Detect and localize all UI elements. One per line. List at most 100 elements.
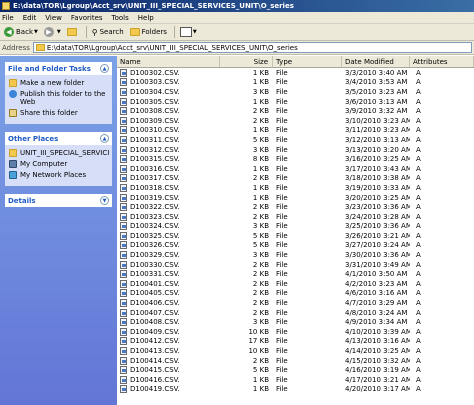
file-row[interactable]: D100302.CSV. 1 KB File 3/3/2010 3:40 AM A [117, 68, 474, 78]
file-size: 2 KB [252, 174, 269, 183]
file-row[interactable]: D100323.CSV. 2 KB File 3/24/2010 3:28 AM A [117, 212, 474, 222]
file-row[interactable]: D100401.CSV. 2 KB File 4/2/2010 3:23 AM A [117, 279, 474, 289]
file-row[interactable]: D100324.CSV. 3 KB File 3/25/2010 3:36 AM A [117, 222, 474, 232]
column-attributes[interactable]: Attributes [410, 56, 474, 67]
file-row[interactable]: D100405.CSV. 2 KB File 4/6/2010 3:16 AM A [117, 289, 474, 299]
file-row[interactable]: D100409.CSV. 10 KB File 4/10/2010 3:39 AM A [117, 327, 474, 337]
file-row[interactable]: D100319.CSV. 1 KB File 3/20/2010 3:25 AM A [117, 193, 474, 203]
file-date: 4/13/2010 3:16 AM [345, 337, 410, 346]
menu-help[interactable]: Help [138, 14, 154, 22]
up-button[interactable] [65, 26, 81, 39]
csv-file-icon [120, 155, 127, 164]
file-row[interactable]: D100312.CSV. 3 KB File 3/13/2010 3:20 AM A [117, 145, 474, 155]
collapse-icon[interactable]: ▲ [100, 64, 109, 73]
file-name-cell: D100329.CSV. [117, 251, 220, 260]
file-row[interactable]: D100308.CSV. 2 KB File 3/9/2010 3:32 AM A [117, 106, 474, 116]
file-name-cell: D100406.CSV. [117, 299, 220, 308]
place-my-computer[interactable]: My Computer [9, 160, 109, 168]
collapse-icon[interactable]: ▲ [100, 134, 109, 143]
folder-up-icon [66, 28, 77, 36]
place-network[interactable]: My Network Places [9, 171, 109, 179]
task-share-folder[interactable]: Share this folder [9, 109, 109, 117]
file-row[interactable]: D100317.CSV. 2 KB File 3/18/2010 3:38 AM A [117, 174, 474, 184]
file-date: 3/12/2010 3:13 AM [345, 135, 410, 144]
file-folder-tasks-header[interactable]: File and Folder Tasks ▲ [5, 62, 112, 75]
file-row[interactable]: D100315.CSV. 8 KB File 3/16/2010 3:25 AM A [117, 154, 474, 164]
file-name-cell: D100305.CSV. [117, 97, 220, 106]
file-row[interactable]: D100305.CSV. 1 KB File 3/6/2010 3:13 AM A [117, 97, 474, 107]
menu-edit[interactable]: Edit [23, 14, 37, 22]
csv-file-icon [120, 212, 127, 221]
file-name: D100304.CSV. [130, 87, 180, 96]
file-name: D100407.CSV. [130, 308, 180, 317]
csv-file-icon [120, 193, 127, 202]
details-header[interactable]: Details ▼ [5, 194, 112, 207]
csv-file-icon [120, 260, 127, 269]
other-places-header[interactable]: Other Places ▲ [5, 132, 112, 145]
file-row[interactable]: D100316.CSV. 1 KB File 3/17/2010 3:43 AM A [117, 164, 474, 174]
task-publish-web[interactable]: Publish this folder to the Web [9, 90, 109, 106]
file-row[interactable]: D100309.CSV. 2 KB File 3/10/2010 3:23 AM A [117, 116, 474, 126]
file-row[interactable]: D100415.CSV. 5 KB File 4/16/2010 3:19 AM A [117, 365, 474, 375]
file-name: D100412.CSV. [130, 337, 180, 346]
file-row[interactable]: D100413.CSV. 10 KB File 4/14/2010 3:25 AM A [117, 346, 474, 356]
address-label: Address [2, 43, 30, 52]
place-parent-folder[interactable]: UNIT_III_SPECIAL_SERVICI [9, 149, 109, 157]
file-attributes: A [416, 97, 421, 106]
file-type: File [276, 299, 288, 308]
file-row[interactable]: D100322.CSV. 2 KB File 3/23/2010 3:36 AM A [117, 202, 474, 212]
file-row[interactable]: D100408.CSV. 3 KB File 4/9/2010 3:34 AM A [117, 317, 474, 327]
expand-icon[interactable]: ▼ [100, 196, 109, 205]
file-date: 3/4/2010 3:53 AM [345, 78, 408, 87]
address-input[interactable]: E:\data\TOR\Lgroup\Acct_srv\UNIT_III_SPE… [32, 42, 472, 53]
menu-favorites[interactable]: Favorites [71, 14, 103, 22]
file-row[interactable]: D100330.CSV. 2 KB File 3/31/2010 3:49 AM A [117, 260, 474, 270]
csv-file-icon [120, 68, 127, 77]
menu-view[interactable]: View [45, 14, 62, 22]
file-row[interactable]: D100329.CSV. 3 KB File 3/30/2010 3:36 AM A [117, 250, 474, 260]
column-date-modified[interactable]: Date Modified [342, 56, 410, 67]
views-button[interactable]: ▼ [178, 26, 199, 39]
file-name: D100409.CSV. [130, 327, 180, 336]
file-row[interactable]: D100406.CSV. 2 KB File 4/7/2010 3:29 AM A [117, 298, 474, 308]
folders-button[interactable]: Folders [128, 26, 169, 39]
file-name: D100325.CSV. [130, 231, 180, 240]
file-size: 5 KB [252, 231, 269, 240]
file-row[interactable]: D100318.CSV. 1 KB File 3/19/2010 3:33 AM A [117, 183, 474, 193]
file-row[interactable]: D100311.CSV. 5 KB File 3/12/2010 3:13 AM A [117, 135, 474, 145]
column-type[interactable]: Type [273, 56, 342, 67]
file-row[interactable]: D100416.CSV. 1 KB File 4/17/2010 3:21 AM A [117, 375, 474, 385]
menu-file[interactable]: File [2, 14, 14, 22]
search-button[interactable]: ⚲ Search [90, 26, 126, 39]
file-attributes: A [416, 145, 421, 154]
file-row[interactable]: D100419.CSV. 1 KB File 4/20/2010 3:17 AM A [117, 385, 474, 395]
toolbar-separator [173, 26, 175, 38]
file-name: D100317.CSV. [130, 174, 180, 183]
file-row[interactable]: D100326.CSV. 5 KB File 3/27/2010 3:24 AM A [117, 241, 474, 251]
forward-button[interactable]: ▶ ▼ [42, 26, 63, 39]
file-size: 2 KB [252, 289, 269, 298]
back-button[interactable]: ◀ Back ▼ [2, 26, 40, 39]
file-type: File [276, 155, 288, 164]
file-name: D100302.CSV. [130, 68, 180, 77]
file-row[interactable]: D100407.CSV. 2 KB File 4/8/2010 3:24 AM A [117, 308, 474, 318]
task-make-folder[interactable]: Make a new folder [9, 79, 109, 87]
file-row[interactable]: D100412.CSV. 17 KB File 4/13/2010 3:16 AM A [117, 337, 474, 347]
file-row[interactable]: D100303.CSV. 1 KB File 3/4/2010 3:53 AM A [117, 78, 474, 88]
file-row[interactable]: D100325.CSV. 5 KB File 3/26/2010 3:21 AM A [117, 231, 474, 241]
file-type: File [276, 231, 288, 240]
file-type: File [276, 366, 288, 375]
file-date: 3/6/2010 3:13 AM [345, 97, 408, 106]
back-arrow-icon: ◀ [4, 27, 14, 37]
file-row[interactable]: D100331.CSV. 2 KB File 4/1/2010 3:50 AM A [117, 269, 474, 279]
column-size[interactable]: Size [220, 56, 273, 67]
file-row[interactable]: D100310.CSV. 1 KB File 3/11/2010 3:23 AM A [117, 126, 474, 136]
file-row[interactable]: D100304.CSV. 3 KB File 3/5/2010 3:23 AM A [117, 87, 474, 97]
file-row[interactable]: D100414.CSV. 2 KB File 4/15/2010 3:32 AM A [117, 356, 474, 366]
menu-tools[interactable]: Tools [112, 14, 129, 22]
column-name[interactable]: Name [117, 56, 220, 67]
file-size: 2 KB [252, 299, 269, 308]
back-label: Back [16, 28, 33, 36]
file-attributes: A [416, 270, 421, 279]
file-size: 1 KB [252, 97, 269, 106]
